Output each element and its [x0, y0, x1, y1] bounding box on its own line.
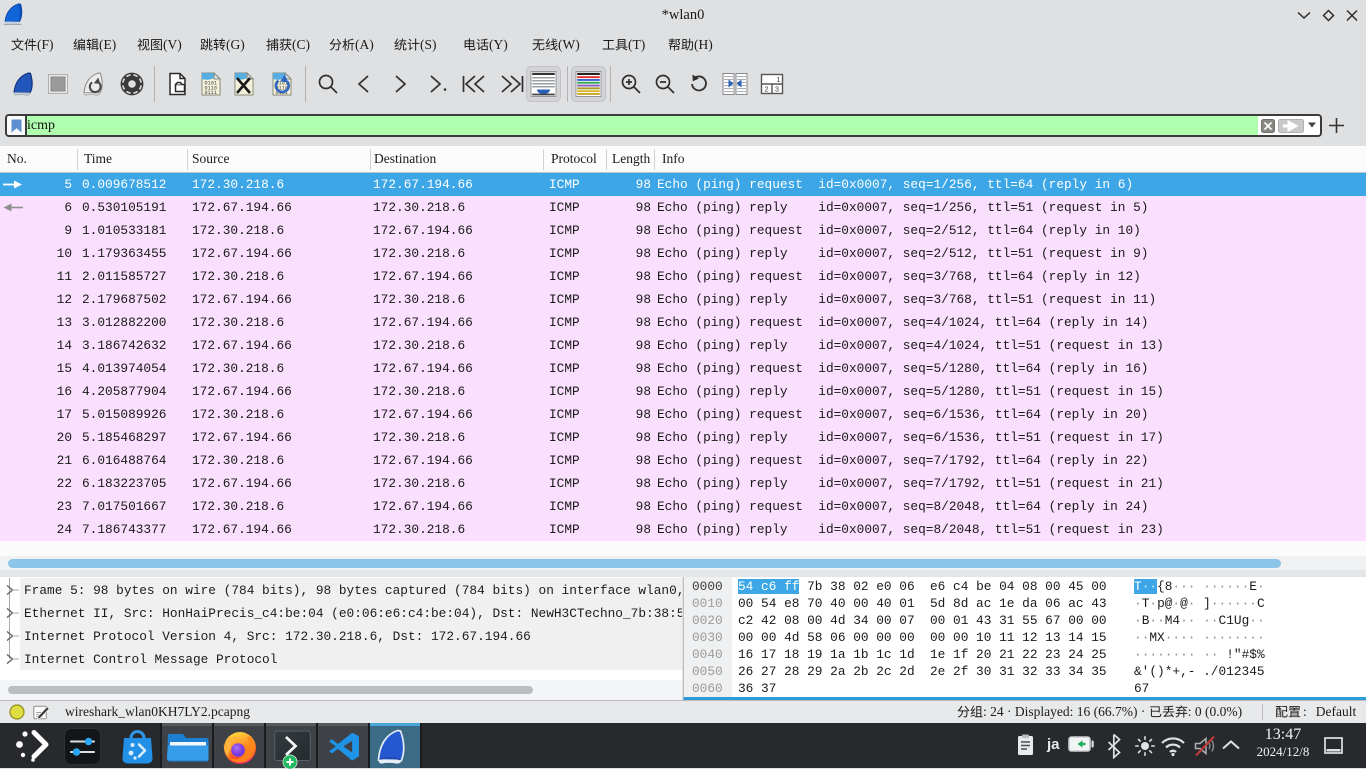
- svg-text:3: 3: [775, 87, 779, 94]
- svg-text:2: 2: [765, 87, 769, 94]
- svg-text:1: 1: [777, 77, 781, 84]
- svg-text:0111: 0111: [205, 90, 217, 96]
